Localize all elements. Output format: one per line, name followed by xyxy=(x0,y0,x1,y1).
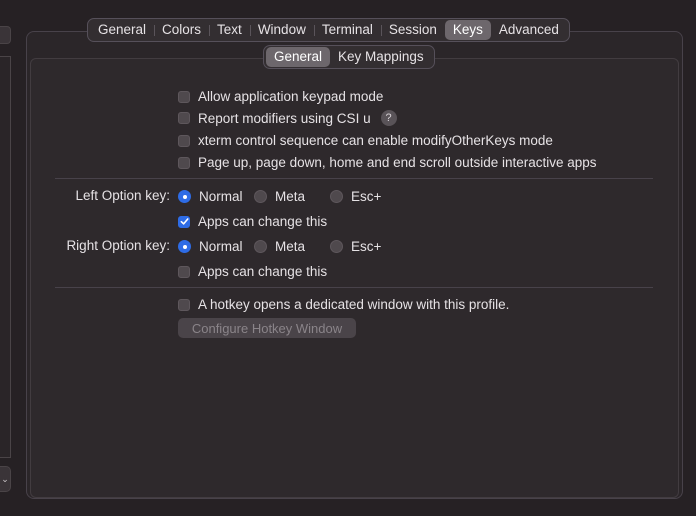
right-option-meta[interactable]: Meta xyxy=(254,239,305,254)
subtab-general[interactable]: General xyxy=(266,47,331,67)
chevron-down-icon: ⌄ xyxy=(1,473,9,484)
sidebar-scroll-stub xyxy=(0,26,11,44)
left-option-normal-radio[interactable] xyxy=(178,190,191,203)
hotkey-checkbox[interactable] xyxy=(178,298,190,311)
tab-text[interactable]: Text xyxy=(209,20,250,40)
csi-u-option[interactable]: Report modifiers using CSI u ? xyxy=(178,110,397,126)
hotkey-label: A hotkey opens a dedicated window with t… xyxy=(198,297,510,312)
left-option-esc-radio[interactable] xyxy=(330,190,343,203)
right-option-normal-radio[interactable] xyxy=(178,240,191,253)
keys-sub-tabs: General Key Mappings xyxy=(263,45,435,69)
right-option-normal[interactable]: Normal xyxy=(178,239,243,254)
right-option-label: Right Option key: xyxy=(66,238,170,253)
page-scroll-checkbox[interactable] xyxy=(178,156,190,169)
csi-u-label: Report modifiers using CSI u xyxy=(198,110,371,126)
left-option-esc[interactable]: Esc+ xyxy=(330,189,381,204)
divider xyxy=(55,178,653,179)
profile-tabs: General Colors Text Window Terminal Sess… xyxy=(87,18,570,42)
right-option-esc-label: Esc+ xyxy=(351,239,382,254)
configure-hotkey-window-button[interactable]: Configure Hotkey Window xyxy=(178,318,356,338)
right-apps-change-checkbox[interactable] xyxy=(178,265,190,278)
page-scroll-label: Page up, page down, home and end scroll … xyxy=(198,155,597,170)
tab-window[interactable]: Window xyxy=(249,20,314,40)
tab-general[interactable]: General xyxy=(90,20,154,40)
hotkey-option[interactable]: A hotkey opens a dedicated window with t… xyxy=(178,297,509,312)
tab-advanced[interactable]: Advanced xyxy=(491,20,567,40)
subtab-key-mappings[interactable]: Key Mappings xyxy=(330,47,432,67)
right-apps-change-option[interactable]: Apps can change this xyxy=(178,264,327,279)
tab-keys[interactable]: Keys xyxy=(444,20,491,40)
left-option-meta-label: Meta xyxy=(275,189,306,204)
left-apps-change-checkbox[interactable] xyxy=(178,215,190,228)
keypad-mode-option[interactable]: Allow application keypad mode xyxy=(178,89,383,104)
right-option-esc[interactable]: Esc+ xyxy=(330,239,381,254)
keypad-mode-label: Allow application keypad mode xyxy=(198,89,384,104)
right-option-normal-label: Normal xyxy=(199,239,243,254)
left-option-meta[interactable]: Meta xyxy=(254,189,305,204)
profile-list-popup-button[interactable]: ⌄ xyxy=(0,466,11,492)
left-apps-change-label: Apps can change this xyxy=(198,214,328,229)
tab-terminal[interactable]: Terminal xyxy=(313,20,381,40)
divider xyxy=(55,287,653,288)
right-option-meta-label: Meta xyxy=(275,239,306,254)
csi-u-checkbox[interactable] xyxy=(178,112,190,124)
keypad-mode-checkbox[interactable] xyxy=(178,90,190,103)
checkmark-icon xyxy=(180,218,189,225)
left-option-esc-label: Esc+ xyxy=(351,189,382,204)
xterm-checkbox[interactable] xyxy=(178,134,190,147)
left-option-normal-label: Normal xyxy=(199,189,243,204)
left-option-label: Left Option key: xyxy=(75,188,170,203)
right-apps-change-label: Apps can change this xyxy=(198,264,328,279)
right-option-esc-radio[interactable] xyxy=(330,240,343,253)
tab-colors[interactable]: Colors xyxy=(154,20,209,40)
tab-session[interactable]: Session xyxy=(380,20,445,40)
xterm-option[interactable]: xterm control sequence can enable modify… xyxy=(178,133,553,148)
page-scroll-option[interactable]: Page up, page down, home and end scroll … xyxy=(178,155,597,170)
right-option-meta-radio[interactable] xyxy=(254,240,267,253)
left-option-meta-radio[interactable] xyxy=(254,190,267,203)
xterm-label: xterm control sequence can enable modify… xyxy=(198,133,553,148)
profile-list-edge xyxy=(0,56,11,458)
left-apps-change-option[interactable]: Apps can change this xyxy=(178,214,327,229)
help-icon[interactable]: ? xyxy=(380,110,397,126)
left-option-normal[interactable]: Normal xyxy=(178,189,243,204)
